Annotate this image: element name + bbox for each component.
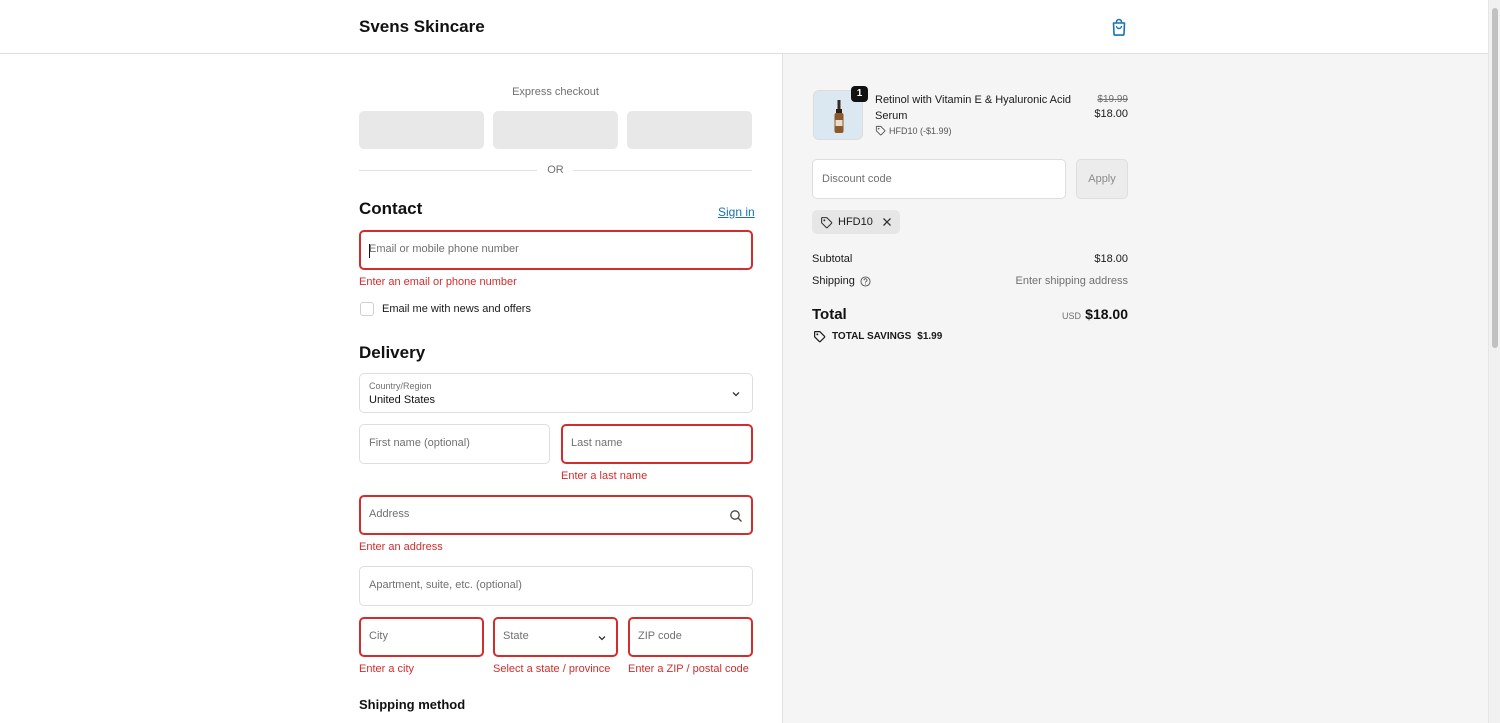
contact-heading: Contact [359, 199, 423, 218]
shipping-value: Enter shipping address [1015, 275, 1128, 287]
product-name: Retinol with Vitamin E & Hyaluronic Acid… [875, 94, 1072, 122]
chevron-down-icon [732, 392, 740, 397]
delivery-heading: Delivery [359, 343, 426, 362]
applied-discount-chip: HFD10 [812, 210, 900, 234]
address-error: Enter an address [359, 541, 443, 553]
savings-value: $1.99 [917, 331, 943, 342]
discount-code-placeholder: Discount code [822, 173, 892, 185]
store-brand[interactable]: Svens Skincare [359, 17, 485, 37]
address-field[interactable]: Address [359, 495, 753, 535]
last-name-placeholder: Last name [571, 437, 623, 449]
state-placeholder: State [503, 630, 529, 642]
express-checkout-label: Express checkout [512, 86, 599, 98]
city-field[interactable]: City [359, 617, 484, 657]
product-discount-text: HFD10 (-$1.99) [889, 125, 952, 136]
discount-code-input[interactable]: Discount code [812, 159, 1066, 199]
newsletter-label[interactable]: Email me with news and offers [382, 303, 531, 315]
shopping-bag-icon[interactable] [1109, 17, 1129, 37]
address-placeholder: Address [369, 508, 410, 520]
first-name-field[interactable]: First name (optional) [359, 424, 550, 464]
express-pay-button-3[interactable] [627, 111, 752, 149]
or-divider: OR [359, 164, 752, 178]
checkout-header: Svens Skincare [0, 0, 1488, 54]
subtotal-value: $18.00 [1094, 253, 1128, 265]
shipping-label: Shipping [812, 275, 855, 287]
country-select[interactable]: Country/Region United States [359, 373, 753, 413]
tag-icon [821, 216, 833, 228]
quantity-badge: 1 [851, 86, 868, 102]
current-price: $18.00 [1094, 108, 1128, 120]
chevron-down-icon [598, 636, 606, 641]
state-error: Select a state / province [493, 663, 611, 675]
express-pay-button-1[interactable] [359, 111, 484, 149]
apartment-placeholder: Apartment, suite, etc. (optional) [369, 579, 522, 591]
subtotal-label: Subtotal [812, 253, 853, 265]
savings-label: TOTAL SAVINGS [832, 331, 912, 342]
scrollbar-thumb[interactable] [1492, 8, 1498, 348]
close-icon[interactable] [882, 217, 892, 227]
total-label: Total [812, 306, 847, 323]
shipping-row-label: Shipping [812, 275, 871, 287]
sign-in-link[interactable]: Sign in [718, 205, 755, 219]
zip-placeholder: ZIP code [638, 630, 682, 642]
email-field[interactable]: Email or mobile phone number [359, 230, 753, 270]
total-savings: TOTAL SAVINGS $1.99 [813, 330, 942, 343]
help-circle-icon[interactable] [860, 275, 871, 287]
apply-discount-button[interactable]: Apply [1076, 159, 1128, 199]
total-amount: $18.00 [1085, 306, 1128, 322]
page-scrollbar[interactable] [1488, 0, 1500, 723]
tag-icon [875, 125, 886, 136]
zip-error: Enter a ZIP / postal code [628, 663, 749, 675]
state-select[interactable]: State [493, 617, 618, 657]
search-icon [730, 510, 742, 522]
last-name-error: Enter a last name [561, 470, 648, 482]
original-price: $19.99 [1097, 94, 1128, 105]
email-error: Enter an email or phone number [359, 276, 517, 288]
tag-icon [814, 331, 826, 343]
country-value: United States [369, 394, 436, 406]
product-discount-tag: HFD10 (-$1.99) [875, 125, 952, 136]
city-error: Enter a city [359, 663, 415, 675]
or-label: OR [547, 164, 564, 176]
country-label: Country/Region [369, 381, 432, 391]
shipping-method-heading: Shipping method [359, 697, 466, 712]
email-placeholder: Email or mobile phone number [369, 243, 519, 255]
apartment-field[interactable]: Apartment, suite, etc. (optional) [359, 566, 753, 606]
applied-code-text: HFD10 [838, 216, 873, 228]
order-summary-panel [782, 54, 1488, 723]
zip-field[interactable]: ZIP code [628, 617, 753, 657]
express-pay-button-2[interactable] [493, 111, 618, 149]
newsletter-checkbox[interactable] [360, 302, 374, 316]
first-name-placeholder: First name (optional) [369, 437, 470, 449]
last-name-field[interactable]: Last name [561, 424, 753, 464]
total-currency: USD [1062, 311, 1082, 321]
city-placeholder: City [369, 630, 388, 642]
